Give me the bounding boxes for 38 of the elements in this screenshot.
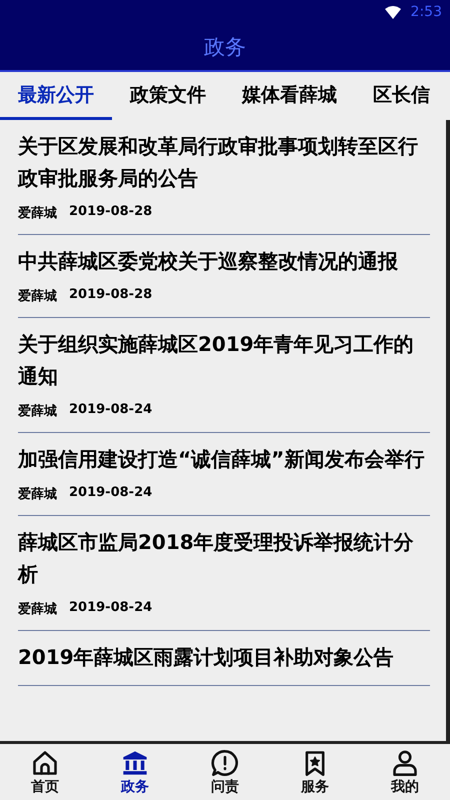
article-title: 关于区发展和改革局行政审批事项划转至区行政审批服务局的公告 — [18, 133, 419, 192]
nav-tab[interactable]: 首页 — [0, 744, 90, 800]
article-item[interactable]: 中共薛城区委党校关于巡察整改情况的通报 爱薛城 2019-08-28 — [18, 235, 430, 318]
bank-icon — [121, 748, 149, 776]
category-tab[interactable]: 区长信 — [355, 72, 448, 120]
user-icon — [391, 748, 419, 776]
article-date: 2019-08-24 — [69, 600, 152, 617]
article-date: 2019-08-24 — [69, 402, 152, 419]
article-source: 爱薛城 — [18, 403, 57, 420]
article-title: 薛城区市监局2018年度受理投诉举报统计分析 — [18, 529, 415, 588]
article-item[interactable]: 薛城区市监局2018年度受理投诉举报统计分析 爱薛城 2019-08-24 — [18, 516, 430, 631]
article-date: 2019-08-24 — [69, 485, 152, 502]
nav-tab[interactable]: 问责 — [180, 744, 270, 800]
nav-tab[interactable]: 政务 — [90, 744, 180, 800]
article-source: 爱薛城 — [18, 288, 57, 305]
page-title: 政务 — [204, 34, 246, 61]
nav-tab[interactable]: 服务 — [270, 744, 360, 800]
article-title: 2019年薛城区雨露计划项目补助对象公告 — [18, 644, 395, 671]
home-icon — [31, 748, 59, 776]
status-time: 2:53 — [410, 4, 442, 20]
article-source: 爱薛城 — [18, 601, 57, 618]
article-item[interactable]: 2019年薛城区雨露计划项目补助对象公告 — [18, 631, 430, 686]
article-date: 2019-08-28 — [69, 204, 152, 221]
category-tab[interactable]: 媒体看薛城 — [224, 72, 355, 120]
article-source: 爱薛城 — [18, 486, 57, 503]
article-title: 加强信用建设打造“诚信薛城”新闻发布会举行 — [18, 446, 426, 473]
nav-tab[interactable]: 我的 — [360, 744, 450, 800]
article-item[interactable]: 加强信用建设打造“诚信薛城”新闻发布会举行 爱薛城 2019-08-24 — [18, 433, 430, 516]
article-item[interactable]: 关于区发展和改革局行政审批事项划转至区行政审批服务局的公告 爱薛城 2019-08-28 — [18, 120, 430, 235]
category-tab[interactable]: 政策文件 — [112, 72, 224, 120]
wifi-icon — [384, 6, 401, 18]
alert-icon — [211, 748, 239, 776]
article-date: 2019-08-28 — [69, 287, 152, 304]
article-title: 关于组织实施薛城区2019年青年见习工作的通知 — [18, 331, 415, 390]
article-title: 中共薛城区委党校关于巡察整改情况的通报 — [18, 248, 399, 275]
category-tab[interactable]: 最新公开 — [0, 72, 112, 120]
article-item[interactable]: 关于组织实施薛城区2019年青年见习工作的通知 爱薛城 2019-08-24 — [18, 318, 430, 433]
article-source: 爱薛城 — [18, 205, 57, 222]
